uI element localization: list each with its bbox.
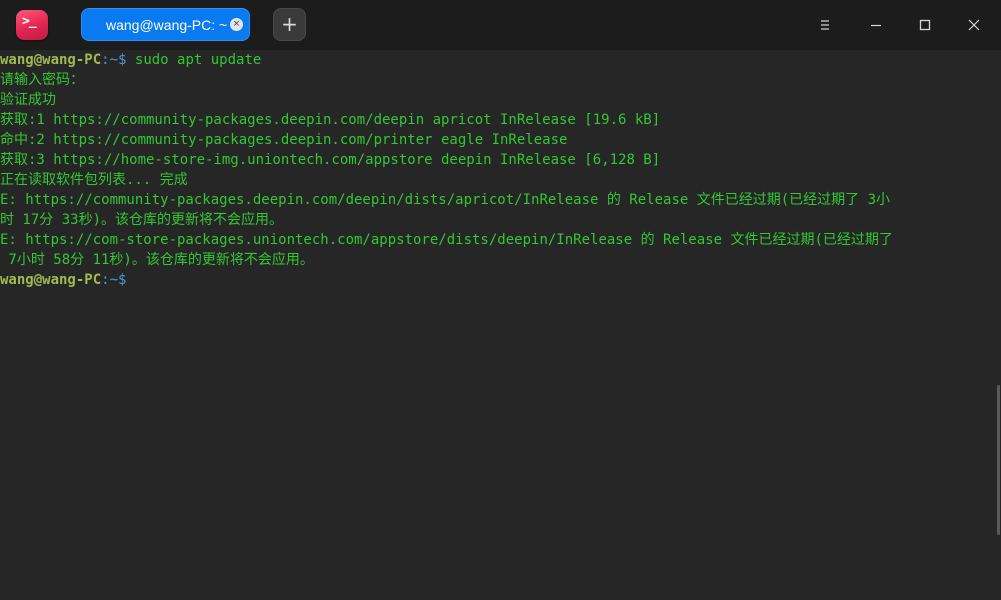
command-line: wang@wang-PC:~$ sudo apt update [0,50,261,70]
prompt-separator: : [101,272,110,288]
prompt-separator: : [101,52,110,68]
menu-icon [821,20,829,30]
command-text: sudo apt update [134,52,262,68]
prompt-user: wang@wang-PC [0,52,102,68]
output-line: 命中:2 https://community-packages.deepin.c… [0,132,568,148]
error-line-wrap: 7小时 58分 11秒)。该仓库的更新将不会应用。 [0,252,314,268]
maximize-icon [919,19,931,31]
tab-close-icon[interactable]: × [230,18,243,31]
error-line-wrap: 时 17分 33秒)。该仓库的更新将不会应用。 [0,212,283,228]
prompt-path: ~ [109,52,119,68]
close-icon [968,19,980,31]
output-line: 正在读取软件包列表... 完成 [0,172,188,188]
text-cursor [126,271,134,287]
terminal-glyph: >_ [22,14,37,29]
tab-label: wang@wang-PC: ~ [106,17,228,33]
prompt-sign: $ [118,52,135,68]
prompt-user: wang@wang-PC [0,272,102,288]
terminal-output-area[interactable]: wang@wang-PC:~$ sudo apt update 请输入密码： 验… [0,50,1001,600]
error-line: E: https://community-packages.deepin.com… [0,192,891,208]
minimize-button[interactable] [861,10,891,40]
error-line: E: https://com-store-packages.uniontech.… [0,232,893,248]
menu-button[interactable] [810,10,840,40]
output-line: 验证成功 [0,92,56,108]
output-line: 获取:3 https://home-store-img.uniontech.co… [0,152,661,168]
prompt-sign: $ [118,272,127,288]
terminal-window: >_ wang@wang-PC: ~ × + wang@wang-PC:~$ s… [0,0,1001,600]
tab-terminal[interactable]: wang@wang-PC: ~ × [81,8,250,41]
new-tab-button[interactable]: + [273,8,306,41]
output-line: 请输入密码： [0,72,84,88]
scrollbar[interactable] [997,385,1000,535]
output-line: 获取:1 https://community-packages.deepin.c… [0,112,661,128]
maximize-button[interactable] [910,10,940,40]
title-bar[interactable]: >_ wang@wang-PC: ~ × + [0,0,1001,50]
prompt-line: wang@wang-PC:~$ [0,270,134,290]
minimize-icon [871,24,881,27]
prompt-path: ~ [109,272,119,288]
close-button[interactable] [959,10,989,40]
terminal-app-icon[interactable]: >_ [16,10,48,40]
